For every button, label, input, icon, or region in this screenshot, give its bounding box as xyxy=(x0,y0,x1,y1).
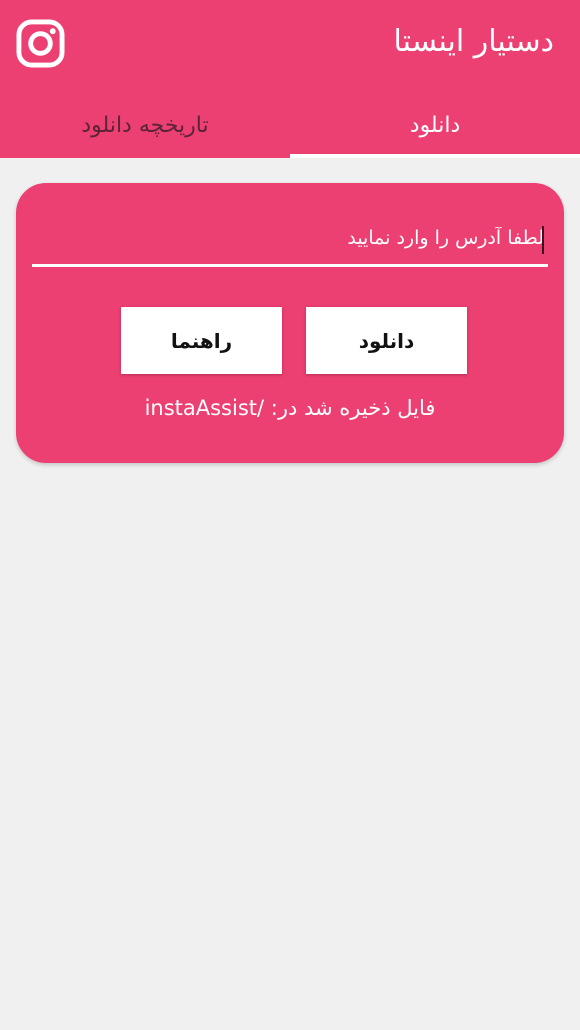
tab-label: تاریخچه دانلود xyxy=(81,112,209,138)
instagram-icon[interactable] xyxy=(16,19,65,68)
tab-bar: تاریخچه دانلود دانلود xyxy=(0,100,580,158)
download-card: دانلود راهنما فایل ذخیره شد در: /instaAs… xyxy=(16,183,564,463)
tab-download-history[interactable]: تاریخچه دانلود xyxy=(0,100,290,158)
app-title: دستیار اینستا xyxy=(393,24,554,59)
save-path-text: فایل ذخیره شد در: /instaAssist xyxy=(144,396,436,420)
tab-label: دانلود xyxy=(409,112,461,138)
tab-download[interactable]: دانلود xyxy=(290,100,580,158)
url-input[interactable] xyxy=(32,217,548,267)
download-button[interactable]: دانلود xyxy=(306,307,467,374)
tab-active-indicator xyxy=(290,154,580,158)
guide-button[interactable]: راهنما xyxy=(121,307,282,374)
app-bar: دستیار اینستا تاریخچه دانلود دانلود xyxy=(0,0,580,158)
text-cursor xyxy=(542,226,544,254)
